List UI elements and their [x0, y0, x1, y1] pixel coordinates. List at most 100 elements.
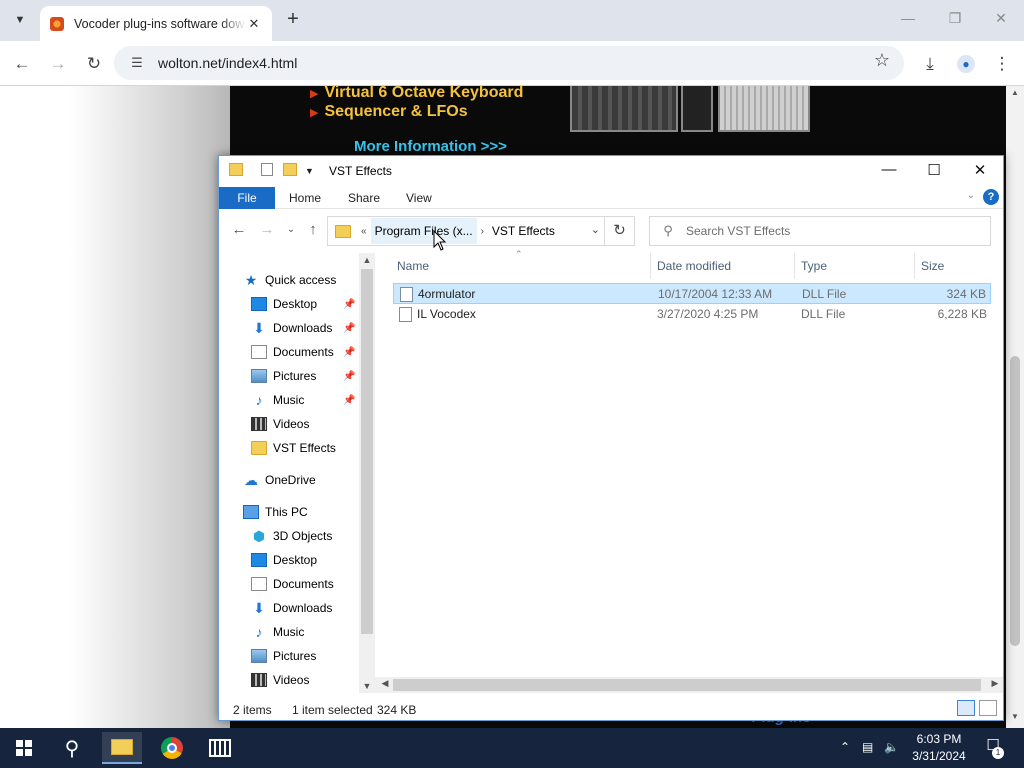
quick-access-dropdown-icon[interactable]: ▼: [305, 166, 314, 176]
nav-3d-objects[interactable]: ⬢ 3D Objects: [251, 525, 332, 547]
scroll-right-icon[interactable]: ▶: [987, 678, 1003, 689]
large-icons-view-button[interactable]: [979, 700, 997, 716]
search-input[interactable]: [686, 224, 966, 238]
nav-quick-access[interactable]: ★ Quick access: [243, 269, 337, 291]
file-row[interactable]: IL Vocodex 3/27/2020 4:25 PM DLL File 6,…: [393, 304, 991, 325]
profile-button[interactable]: ●: [953, 51, 979, 77]
nav-label: Videos: [273, 417, 310, 431]
nav-music[interactable]: ♪ Music: [251, 389, 305, 411]
column-header-date[interactable]: Date modified: [651, 253, 795, 279]
nav-this-pc[interactable]: This PC: [243, 501, 308, 523]
network-icon[interactable]: ▤: [862, 740, 873, 754]
new-tab-button[interactable]: +: [282, 8, 304, 32]
pin-icon[interactable]: 📌: [343, 347, 355, 358]
chevron-right-icon[interactable]: ›: [477, 226, 488, 237]
explorer-maximize-button[interactable]: ☐: [911, 161, 957, 179]
explorer-forward-button[interactable]: →: [257, 221, 277, 238]
start-button[interactable]: [4, 732, 44, 764]
nav-pictures[interactable]: Pictures: [251, 365, 316, 387]
address-bar[interactable]: ☰ wolton.net/index4.html ☆: [114, 46, 904, 80]
scroll-down-icon[interactable]: ▼: [359, 681, 375, 691]
file-row[interactable]: 4ormulator 10/17/2004 12:33 AM DLL File …: [393, 283, 991, 304]
more-information-link[interactable]: More Information >>>: [354, 138, 507, 155]
address-overflow[interactable]: «: [357, 226, 371, 237]
nav-desktop[interactable]: Desktop: [251, 293, 317, 315]
ribbon-tab-home[interactable]: Home: [289, 191, 321, 205]
refresh-button[interactable]: ↻: [604, 217, 634, 245]
new-folder-icon[interactable]: [283, 163, 297, 179]
pin-icon[interactable]: 📌: [343, 299, 355, 310]
taskbar-media-app[interactable]: [200, 732, 240, 764]
forward-button[interactable]: →: [45, 51, 71, 77]
tab-close-button[interactable]: ✕: [246, 16, 262, 32]
show-hidden-icons-button[interactable]: ⌃: [840, 740, 850, 754]
column-header-size[interactable]: Size: [915, 253, 991, 279]
properties-icon[interactable]: [261, 163, 273, 179]
file-explorer-window: ▼ VST Effects — ☐ ✕ File Home Share View…: [218, 155, 1004, 721]
navigation-pane-scrollbar[interactable]: ▲ ▼: [359, 253, 375, 693]
scroll-down-icon[interactable]: ▼: [1006, 712, 1024, 721]
horizontal-scroll-thumb[interactable]: [393, 679, 981, 691]
ribbon-tab-file[interactable]: File: [219, 187, 275, 209]
explorer-minimize-button[interactable]: —: [866, 161, 912, 178]
pictures-icon: [251, 369, 267, 383]
scroll-up-icon[interactable]: ▲: [359, 255, 375, 265]
reload-button[interactable]: ↻: [81, 51, 107, 77]
nav-pc-pictures[interactable]: Pictures: [251, 645, 316, 667]
breadcrumb-program-files[interactable]: Program Files (x...: [370, 218, 477, 244]
nav-videos[interactable]: Videos: [251, 413, 309, 435]
nav-downloads[interactable]: ⬇ Downloads: [251, 317, 332, 339]
notification-center-button[interactable]: ☐ 1: [980, 736, 1006, 760]
nav-onedrive[interactable]: ☁ OneDrive: [243, 469, 316, 491]
breadcrumb-vst-effects[interactable]: VST Effects: [488, 224, 559, 238]
volume-muted-icon[interactable]: 🔈: [884, 740, 899, 754]
browser-minimize-button[interactable]: —: [893, 10, 923, 26]
column-header-name[interactable]: Name: [391, 253, 651, 279]
nav-vst-effects[interactable]: VST Effects: [251, 437, 336, 459]
tab-search-button[interactable]: ▼: [8, 8, 32, 32]
address-dropdown-icon[interactable]: ⌄: [591, 223, 600, 236]
pin-icon[interactable]: 📌: [343, 395, 355, 406]
scroll-left-icon[interactable]: ◀: [377, 678, 393, 689]
pin-icon[interactable]: 📌: [343, 371, 355, 382]
explorer-address-bar[interactable]: « Program Files (x... › VST Effects ⌄ ↻: [327, 216, 635, 246]
nav-pc-downloads[interactable]: ⬇ Downloads: [251, 597, 332, 619]
up-one-level-button[interactable]: ↑: [303, 221, 323, 238]
explorer-close-button[interactable]: ✕: [957, 161, 1003, 179]
explorer-back-button[interactable]: ←: [229, 221, 249, 238]
ribbon-tab-share[interactable]: Share: [348, 191, 380, 205]
taskbar-file-explorer[interactable]: [102, 732, 142, 764]
system-clock[interactable]: 6:03 PM 3/31/2024: [906, 731, 972, 765]
scroll-up-icon[interactable]: ▲: [1006, 88, 1024, 97]
pin-icon[interactable]: 📌: [343, 323, 355, 334]
chrome-icon: [161, 737, 183, 759]
browser-maximize-button[interactable]: ❐: [940, 10, 970, 27]
help-button[interactable]: ?: [983, 189, 999, 205]
nav-documents[interactable]: Documents: [251, 341, 334, 363]
nav-pc-documents[interactable]: Documents: [251, 573, 334, 595]
expand-ribbon-icon[interactable]: ⌄: [967, 190, 975, 201]
ribbon-tab-view[interactable]: View: [406, 191, 432, 205]
clock-time: 6:03 PM: [916, 732, 962, 746]
downloads-button[interactable]: ⤓: [917, 51, 943, 77]
taskbar-chrome[interactable]: [152, 732, 192, 764]
explorer-search-box[interactable]: ⚲: [649, 216, 991, 246]
bookmark-star-icon[interactable]: ☆: [874, 50, 890, 71]
nav-pc-videos[interactable]: Videos: [251, 669, 309, 691]
page-scroll-thumb[interactable]: [1010, 356, 1020, 646]
details-view-button[interactable]: [957, 700, 975, 716]
browser-close-button[interactable]: ✕: [986, 10, 1016, 27]
nav-pc-music[interactable]: ♪ Music: [251, 621, 305, 643]
browser-menu-button[interactable]: ⋮: [989, 51, 1015, 77]
site-info-icon[interactable]: ☰: [120, 55, 154, 71]
nav-pc-desktop[interactable]: Desktop: [251, 549, 317, 571]
column-header-type[interactable]: Type: [795, 253, 915, 279]
recent-locations-button[interactable]: ⌄: [281, 224, 301, 235]
nav-label: Downloads: [273, 321, 333, 335]
file-list-horizontal-scrollbar[interactable]: ◀ ▶: [375, 677, 1003, 693]
page-scrollbar[interactable]: ▲ ▼: [1006, 86, 1024, 728]
back-button[interactable]: ←: [9, 51, 35, 77]
browser-tab[interactable]: Vocoder plug-ins software download ✕: [40, 6, 272, 41]
nav-scroll-thumb[interactable]: [361, 269, 373, 634]
taskbar-search-button[interactable]: ⚲: [52, 732, 92, 764]
